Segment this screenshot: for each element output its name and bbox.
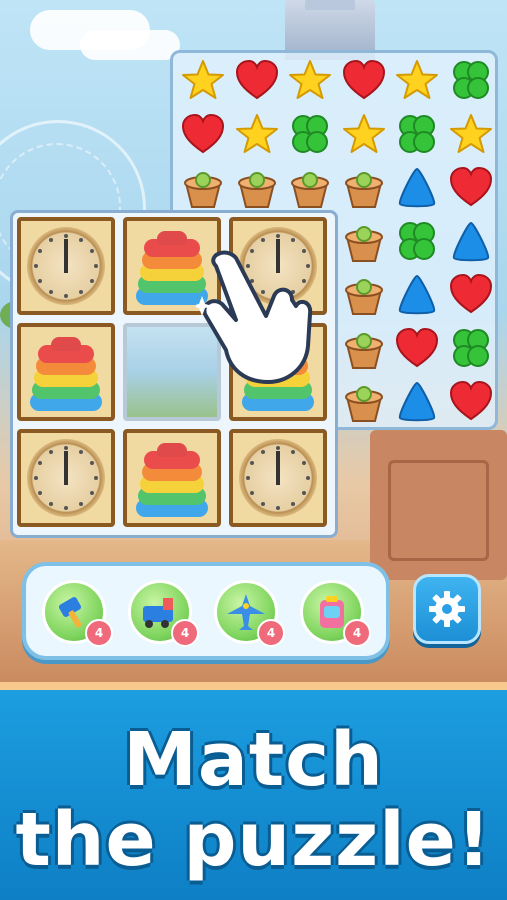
- heart-gem[interactable]: [446, 270, 496, 320]
- triangle-icon: [452, 221, 489, 261]
- pot-icon: [344, 386, 383, 422]
- triangle-gem[interactable]: [392, 270, 442, 320]
- booster-count-badge: 4: [85, 619, 113, 647]
- pot-gem[interactable]: [339, 324, 389, 374]
- heart-icon: [181, 113, 225, 153]
- brick-wall: [370, 430, 507, 580]
- pot-icon: [344, 279, 383, 315]
- tutorial-hand-pointer: [191, 246, 314, 386]
- pot-gem[interactable]: [339, 217, 389, 267]
- heart-icon: [449, 380, 492, 421]
- headline-line-2: the puzzle!: [15, 797, 492, 883]
- pot-gem[interactable]: [339, 163, 389, 213]
- booster-count-badge: 4: [257, 619, 285, 647]
- clock-icon: [27, 227, 105, 305]
- star-gem[interactable]: [446, 110, 496, 160]
- headline-line-1: Match: [123, 717, 384, 803]
- gear-icon: [429, 591, 465, 627]
- clock-icon: [239, 439, 317, 517]
- star-gem[interactable]: [232, 110, 282, 160]
- heart-icon: [449, 273, 492, 314]
- pot-icon: [184, 172, 222, 208]
- clover-gem[interactable]: [285, 110, 335, 160]
- star-icon: [449, 113, 492, 153]
- pot-gem[interactable]: [232, 163, 282, 213]
- star-icon: [342, 113, 385, 153]
- pot-icon: [344, 225, 383, 262]
- pot-icon: [344, 332, 383, 369]
- triangle-gem[interactable]: [392, 377, 442, 427]
- heart-gem[interactable]: [446, 163, 496, 213]
- booster-count-badge: 4: [343, 619, 371, 647]
- triangle-icon: [398, 167, 436, 208]
- booster-train[interactable]: 4: [128, 580, 199, 647]
- star-gem[interactable]: [285, 56, 335, 106]
- clover-icon: [399, 221, 435, 260]
- triangle-gem[interactable]: [446, 217, 496, 267]
- pot-icon: [237, 172, 276, 208]
- ring-stack-icon: [127, 433, 217, 523]
- pot-gem[interactable]: [178, 163, 228, 213]
- triangle-icon: [398, 274, 436, 315]
- clover-icon: [452, 328, 489, 367]
- heart-icon: [342, 59, 385, 100]
- star-gem[interactable]: [339, 110, 389, 160]
- triangle-gem[interactable]: [392, 163, 442, 213]
- heart-gem[interactable]: [339, 56, 389, 106]
- star-icon: [396, 60, 438, 99]
- heart-gem[interactable]: [178, 110, 228, 160]
- clover-icon: [399, 114, 435, 153]
- booster-hammer[interactable]: 4: [42, 580, 113, 647]
- clock-icon: [27, 439, 105, 517]
- clock-tile[interactable]: [17, 217, 115, 315]
- pot-gem[interactable]: [339, 377, 389, 427]
- pot-icon: [291, 172, 329, 208]
- pot-gem[interactable]: [285, 163, 335, 213]
- clover-icon: [292, 114, 328, 153]
- triangle-icon: [398, 381, 436, 422]
- star-icon: [182, 60, 224, 99]
- stack-tile[interactable]: [17, 323, 115, 421]
- heart-gem[interactable]: [232, 56, 282, 106]
- clover-gem[interactable]: [446, 324, 496, 374]
- heart-gem[interactable]: [392, 324, 442, 374]
- clover-icon: [452, 61, 489, 99]
- pot-icon: [344, 172, 383, 208]
- heart-icon: [449, 166, 492, 207]
- pot-gem[interactable]: [339, 270, 389, 320]
- booster-rocket-bag[interactable]: 4: [300, 580, 371, 647]
- star-icon: [289, 60, 331, 99]
- clover-gem[interactable]: [392, 110, 442, 160]
- heart-gem[interactable]: [446, 377, 496, 427]
- cloud: [80, 30, 180, 60]
- settings-button[interactable]: [413, 574, 481, 644]
- star-gem[interactable]: [392, 56, 442, 106]
- star-icon: [235, 113, 278, 153]
- promo-banner: Match the puzzle!: [0, 690, 507, 900]
- clock-tile[interactable]: [229, 429, 327, 527]
- booster-airplane[interactable]: 4: [214, 580, 285, 647]
- clover-gem[interactable]: [446, 56, 496, 106]
- clock-tile[interactable]: [17, 429, 115, 527]
- star-gem[interactable]: [178, 56, 228, 106]
- clover-gem[interactable]: [392, 217, 442, 267]
- heart-icon: [235, 59, 278, 100]
- stack-tile[interactable]: [123, 429, 221, 527]
- heart-icon: [395, 327, 439, 367]
- booster-count-badge: 4: [171, 619, 199, 647]
- ring-stack-icon: [21, 327, 111, 417]
- booster-bar: 4 4 4 4: [22, 562, 390, 660]
